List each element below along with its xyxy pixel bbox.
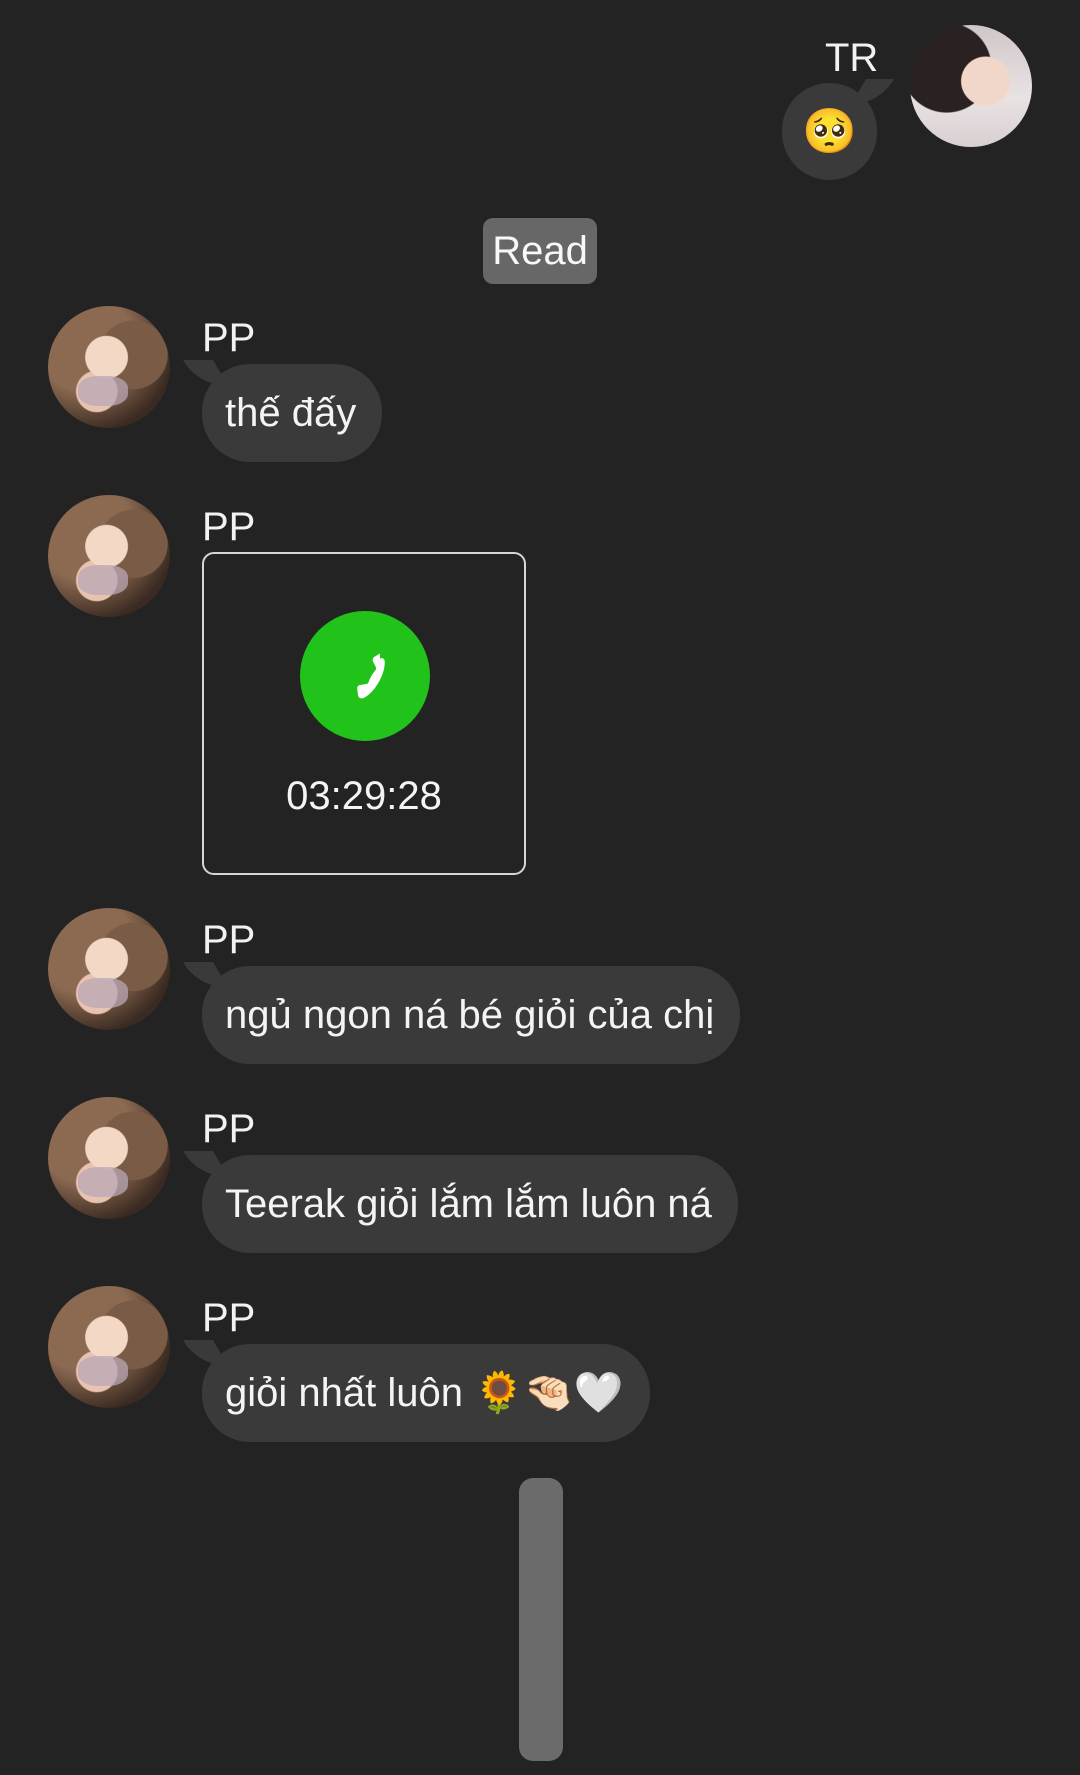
avatar-pp[interactable]: [48, 495, 170, 617]
message-text: thế đấy: [225, 391, 357, 435]
read-status-label: Read: [492, 228, 588, 273]
avatar-pp[interactable]: [48, 1097, 170, 1219]
phone-icon: [300, 611, 430, 741]
sender-name-pp: PP: [202, 1107, 256, 1151]
sender-name-pp: PP: [202, 918, 256, 962]
message-bubble[interactable]: Teerak giỏi lắm lắm luôn ná: [202, 1155, 738, 1253]
message-text: giỏi nhất luôn 🌻🤏🏻🤍: [225, 1371, 624, 1415]
avatar-pp[interactable]: [48, 1286, 170, 1408]
scroll-handle[interactable]: [519, 1478, 563, 1761]
message-text: ngủ ngon ná bé giỏi của chị: [225, 993, 715, 1037]
sender-name-pp: PP: [202, 316, 256, 360]
message-bubble[interactable]: ngủ ngon ná bé giỏi của chị: [202, 966, 741, 1064]
avatar-tr[interactable]: [910, 25, 1032, 147]
avatar-pp[interactable]: [48, 306, 170, 428]
message-text: Teerak giỏi lắm lắm luôn ná: [225, 1182, 712, 1226]
call-duration: 03:29:28: [286, 774, 442, 818]
call-log-card[interactable]: 03:29:28: [202, 552, 526, 875]
pleading-face-emoji: 🥺: [802, 106, 857, 156]
sender-name-pp: PP: [202, 1296, 256, 1340]
chat-thread[interactable]: TR 🥺 Read PP thế đấy PP 03:29:28 PP ngủ …: [0, 0, 1080, 1775]
sender-name-tr: TR: [825, 36, 879, 80]
read-status-badge: Read: [483, 218, 597, 284]
message-bubble[interactable]: giỏi nhất luôn 🌻🤏🏻🤍: [202, 1344, 650, 1442]
avatar-pp[interactable]: [48, 908, 170, 1030]
message-bubble-outgoing[interactable]: 🥺: [782, 83, 877, 180]
message-bubble[interactable]: thế đấy: [202, 364, 383, 462]
sender-name-pp: PP: [202, 505, 256, 549]
